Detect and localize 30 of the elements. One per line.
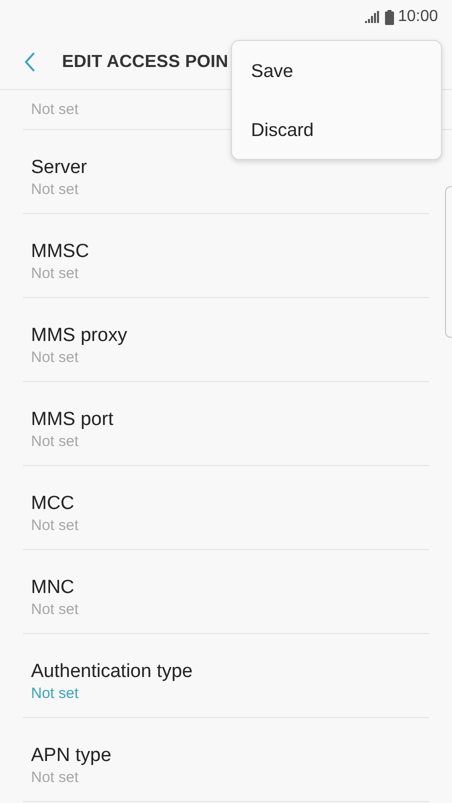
setting-label: APN type	[31, 745, 112, 768]
signal-icon	[364, 11, 381, 23]
setting-value: Not set	[31, 100, 79, 120]
setting-row[interactable]: APN type Not set	[23, 718, 429, 802]
setting-label: Authentication type	[31, 661, 194, 684]
clock-time: 10:00	[398, 7, 438, 27]
setting-value: Not set	[31, 432, 80, 452]
back-icon[interactable]	[24, 52, 36, 72]
battery-icon	[384, 10, 394, 24]
setting-label: MNC	[31, 577, 76, 600]
setting-value: Not set	[31, 768, 80, 788]
setting-value: Not set	[31, 180, 80, 200]
setting-label: MMSC	[31, 241, 90, 264]
menu-item[interactable]: Save	[232, 41, 441, 100]
setting-row[interactable]: Authentication type Not set	[23, 634, 429, 718]
setting-value: Not set	[31, 516, 80, 536]
setting-row[interactable]: MMS port Not set	[23, 382, 429, 466]
setting-value: Not set	[31, 348, 80, 368]
setting-value: Not set	[31, 264, 80, 284]
setting-row[interactable]: MMSC Not set	[23, 214, 429, 298]
setting-row[interactable]: MCC Not set	[23, 466, 429, 550]
screen-title: EDIT ACCESS POIN	[62, 50, 228, 74]
setting-label: Server	[31, 157, 88, 180]
setting-row[interactable]: MMS proxy Not set	[23, 298, 429, 382]
setting-label: MMS port	[31, 409, 114, 432]
setting-value: Not set	[31, 600, 80, 620]
setting-value: Not set	[31, 684, 80, 704]
setting-label: MCC	[31, 493, 76, 516]
setting-row[interactable]: MNC Not set	[23, 550, 429, 634]
setting-label: MMS proxy	[31, 325, 128, 348]
